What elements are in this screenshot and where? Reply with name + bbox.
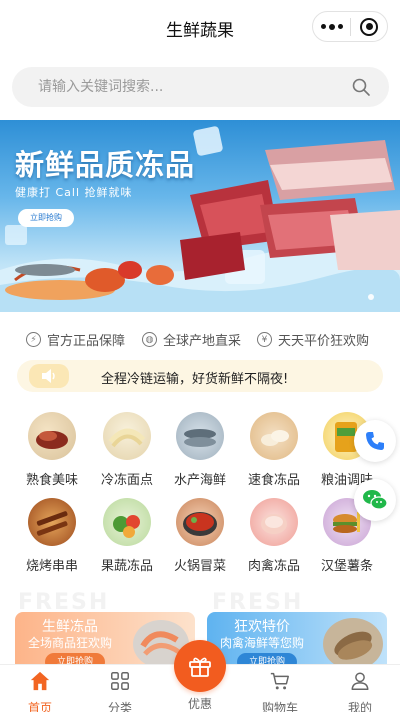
- tab-label: 优惠: [187, 697, 212, 711]
- wechat-icon: [363, 490, 388, 510]
- category-item[interactable]: 冷冻面点: [90, 412, 164, 488]
- banner-title: 新鲜品质冻品: [15, 148, 196, 182]
- frozen-noodle-icon: [103, 412, 151, 460]
- tab-home[interactable]: 首页: [0, 665, 80, 712]
- category-item[interactable]: 火锅冒菜: [163, 498, 237, 574]
- promo-title: 狂欢特价: [234, 619, 290, 635]
- lightning-icon: ⚡: [26, 332, 41, 347]
- target-icon: [360, 17, 378, 36]
- promo-banner[interactable]: 新鲜品质冻品 健康打 Call 抢鲜就味 立即抢购: [0, 120, 400, 312]
- category-item[interactable]: 烧烤串串: [15, 498, 89, 574]
- dumpling-icon: [250, 412, 298, 460]
- grid-icon: [111, 672, 129, 690]
- category-label: 烧烤串串: [25, 559, 78, 574]
- category-item[interactable]: 熟食美味: [15, 412, 89, 488]
- guarantee-item: ◍ 全球产地直采: [142, 330, 241, 349]
- discount-center-button[interactable]: [174, 640, 226, 692]
- poultry-icon: [250, 498, 298, 546]
- guarantee-label: 官方正品保障: [47, 334, 126, 349]
- promo-card-special-offer[interactable]: 狂欢特价 肉禽海鲜等您购 立即抢购: [207, 612, 387, 668]
- promo-subtitle: 全场商品狂欢购: [27, 636, 112, 650]
- category-label: 汉堡薯条: [320, 559, 373, 574]
- category-item[interactable]: 速食冻品: [237, 412, 311, 488]
- category-label: 果蔬冻品: [100, 559, 153, 574]
- tab-label: 分类: [107, 701, 132, 712]
- user-icon: [351, 672, 369, 690]
- tab-cart[interactable]: 购物车: [240, 665, 320, 712]
- carousel-indicator: [368, 294, 374, 300]
- promo-title: 生鲜冻品: [42, 619, 98, 635]
- category-label: 肉禽冻品: [247, 559, 300, 574]
- banner-buy-button[interactable]: 立即抢购: [18, 209, 74, 227]
- globe-icon: ◍: [142, 332, 157, 347]
- category-label: 速食冻品: [247, 473, 300, 488]
- promo-card-fresh-frozen[interactable]: 生鲜冻品 全场商品狂欢购 立即抢购: [15, 612, 195, 668]
- notice-text: 全程冷链运输，好货新鲜不隔夜!: [101, 372, 289, 387]
- tab-label: 首页: [27, 701, 52, 712]
- phone-button[interactable]: [354, 420, 396, 462]
- guarantee-strip: ⚡ 官方正品保障 ◍ 全球产地直采 ¥ 天天平价狂欢购: [0, 326, 400, 352]
- fruit-veg-icon: [103, 498, 151, 546]
- guarantee-item: ¥ 天天平价狂欢购: [257, 330, 369, 349]
- tab-label: 我的: [347, 701, 372, 712]
- gift-icon: [189, 657, 211, 677]
- tab-category[interactable]: 分类: [80, 665, 160, 712]
- category-item[interactable]: 肉禽冻品: [237, 498, 311, 574]
- category-label: 火锅冒菜: [173, 559, 226, 574]
- category-label: 熟食美味: [25, 473, 78, 488]
- phone-icon: [366, 432, 384, 450]
- category-label: 冷冻面点: [100, 473, 153, 488]
- wechat-button[interactable]: [354, 479, 396, 521]
- navigation-bar: 生鲜蔬果: [0, 0, 400, 56]
- close-miniprogram-button[interactable]: [351, 17, 387, 36]
- speaker-icon: [29, 364, 69, 388]
- yen-icon: ¥: [257, 332, 272, 347]
- miniprogram-capsule: [312, 11, 388, 42]
- search-bar[interactable]: [12, 67, 389, 107]
- banner-subtitle: 健康打 Call 抢鲜就味: [15, 186, 133, 199]
- guarantee-label: 天天平价狂欢购: [278, 334, 370, 349]
- tab-profile[interactable]: 我的: [320, 665, 400, 712]
- guarantee-label: 全球产地直采: [163, 334, 242, 349]
- search-icon[interactable]: [351, 77, 371, 97]
- category-label: 水产海鲜: [173, 473, 226, 488]
- deli-food-icon: [28, 412, 76, 460]
- fish-image: [323, 618, 383, 668]
- guarantee-item: ⚡ 官方正品保障: [26, 330, 125, 349]
- notice-bar[interactable]: 全程冷链运输，好货新鲜不隔夜!: [17, 360, 383, 392]
- home-icon: [30, 671, 50, 691]
- promo-subtitle: 肉禽海鲜等您购: [219, 636, 304, 650]
- category-item[interactable]: 果蔬冻品: [90, 498, 164, 574]
- tab-label: 购物车: [261, 701, 298, 712]
- cart-icon: [270, 672, 289, 690]
- hotpot-icon: [176, 498, 224, 546]
- bbq-skewer-icon: [28, 498, 76, 546]
- seafood-icon: [176, 412, 224, 460]
- category-item[interactable]: 水产海鲜: [163, 412, 237, 488]
- search-input[interactable]: [38, 67, 338, 107]
- more-icon[interactable]: [313, 12, 350, 41]
